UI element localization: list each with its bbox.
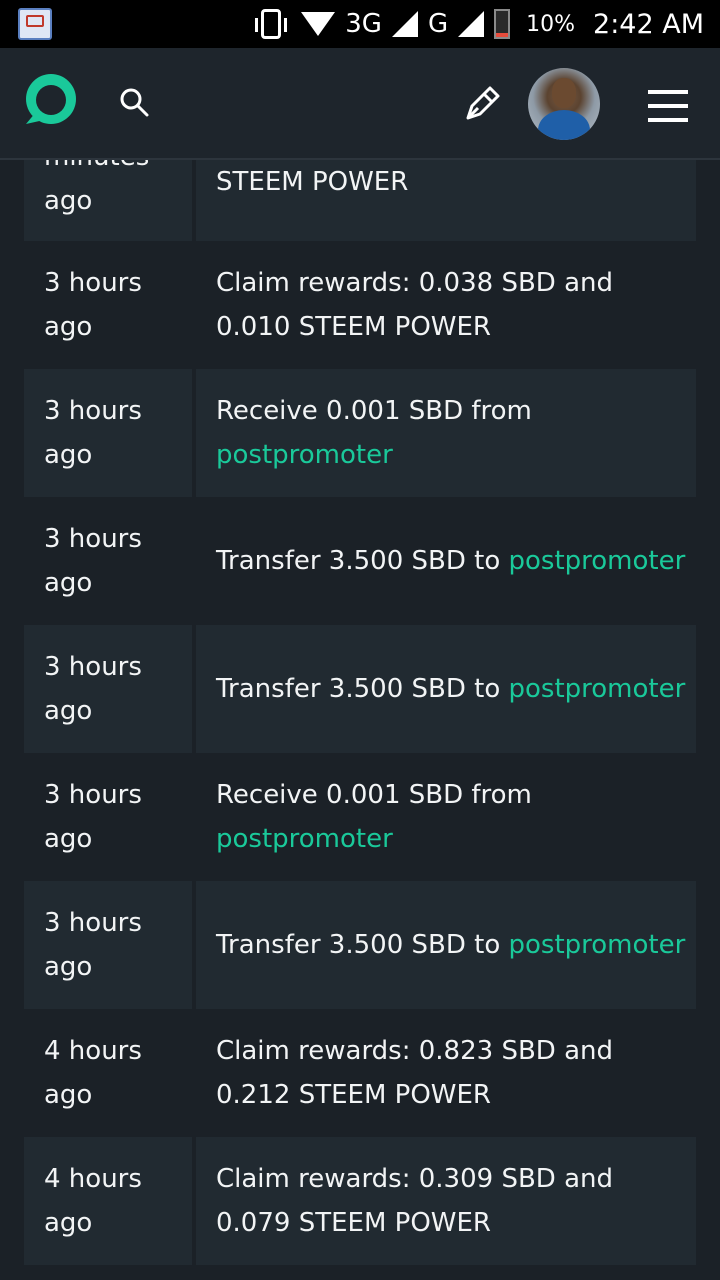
- transaction-time: 3 hours ago: [24, 369, 192, 497]
- transaction-time: 3 hours ago: [24, 881, 192, 1009]
- account-link[interactable]: postpromoter: [509, 546, 686, 576]
- notification-app-icon: [18, 8, 52, 40]
- signal-icon-2: [458, 11, 485, 37]
- transaction-description: Claim rewards: 0.038 SBD and 0.010 STEEM…: [196, 241, 696, 369]
- transaction-time: 4 hours ago: [24, 1137, 192, 1265]
- transaction-text: Claim rewards: 0.309 SBD and 0.079 STEEM…: [216, 1164, 613, 1238]
- pen-icon[interactable]: [462, 82, 504, 124]
- wifi-icon: [301, 12, 336, 36]
- transaction-text: Transfer 3.500 SBD to: [216, 546, 509, 576]
- transaction-text: Transfer 3.500 SBD to: [216, 930, 509, 960]
- transaction-time: 3 hours ago: [44, 268, 142, 342]
- account-link[interactable]: postpromoter: [216, 824, 393, 854]
- transaction-row: 3 hours ago Claim rewards: 0.038 SBD and …: [24, 241, 696, 369]
- hamburger-menu-icon[interactable]: [648, 90, 688, 124]
- transaction-text: Transfer 3.500 SBD to: [216, 674, 509, 704]
- steemit-logo-icon[interactable]: [20, 72, 78, 130]
- transaction-description: Claim rewards: 0.309 SBD and 0.079 STEEM…: [196, 1137, 696, 1265]
- clock: 2:42 AM: [593, 8, 704, 40]
- battery-icon: [494, 9, 511, 39]
- transaction-time: 3 hours ago: [44, 524, 142, 598]
- search-icon[interactable]: [118, 86, 150, 118]
- account-link[interactable]: postpromoter: [216, 440, 393, 470]
- transaction-text: Receive 0.001 SBD from: [216, 780, 532, 810]
- transaction-time: 4 hours ago: [44, 1036, 142, 1110]
- transaction-description: STEEM POWER: [196, 160, 696, 241]
- account-link[interactable]: postpromoter: [509, 674, 686, 704]
- transaction-time: minutes ago: [24, 160, 192, 241]
- network-type-label: 3G: [345, 9, 382, 39]
- transaction-row: minutes ago STEEM POWER: [24, 160, 696, 241]
- transaction-text: Claim rewards: 0.823 SBD and 0.212 STEEM…: [216, 1036, 613, 1110]
- network-type-label-2: G: [427, 9, 449, 39]
- status-bar: 3G G 10% 2:42 AM: [0, 0, 720, 48]
- avatar[interactable]: [528, 68, 600, 140]
- transaction-row: 3 hours ago Receive 0.001 SBD from postpr…: [24, 753, 696, 881]
- transaction-row: 3 hours ago Transfer 3.500 SBD to postpro…: [24, 625, 696, 753]
- transaction-row: 4 hours ago Claim rewards: 0.823 SBD and …: [24, 1009, 696, 1137]
- transaction-description: Transfer 3.500 SBD to postpromoter: [196, 625, 696, 753]
- transaction-description: Claim rewards: 0.823 SBD and 0.212 STEEM…: [196, 1009, 696, 1137]
- transaction-text: Receive 0.001 SBD from: [216, 396, 532, 426]
- transaction-row: 3 hours ago Receive 0.001 SBD from postpr…: [24, 369, 696, 497]
- signal-icon: [391, 11, 418, 37]
- transaction-list: minutes ago STEEM POWER 3 hours ago Claim r…: [24, 160, 696, 1265]
- app-header: [0, 48, 720, 160]
- transaction-row: 3 hours ago Transfer 3.500 SBD to postpro…: [24, 881, 696, 1009]
- transaction-row: 3 hours ago Transfer 3.500 SBD to postpro…: [24, 497, 696, 625]
- vibrate-icon: [255, 9, 288, 39]
- transaction-description: Transfer 3.500 SBD to postpromoter: [196, 881, 696, 1009]
- battery-percent: 10%: [526, 11, 576, 37]
- account-link[interactable]: postpromoter: [509, 930, 686, 960]
- transaction-description: Receive 0.001 SBD from postpromoter: [196, 753, 696, 881]
- transaction-text: STEEM POWER: [216, 167, 409, 197]
- transaction-time: 3 hours ago: [24, 625, 192, 753]
- transaction-description: Transfer 3.500 SBD to postpromoter: [196, 497, 696, 625]
- transaction-text: Claim rewards: 0.038 SBD and 0.010 STEEM…: [216, 268, 613, 342]
- transaction-description: Receive 0.001 SBD from postpromoter: [196, 369, 696, 497]
- transaction-time: 3 hours ago: [44, 780, 142, 854]
- transaction-row: 4 hours ago Claim rewards: 0.309 SBD and …: [24, 1137, 696, 1265]
